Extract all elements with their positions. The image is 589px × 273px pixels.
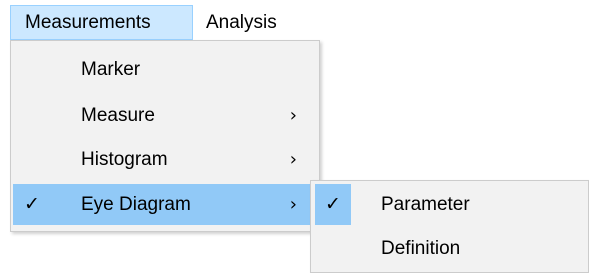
menu-measurements[interactable]: Measurements [10, 5, 193, 40]
checkmark-icon: ✓ [315, 184, 351, 225]
chevron-right-icon: › [289, 105, 297, 126]
menu-item-definition[interactable]: Definition [313, 228, 586, 269]
menu-item-label: Parameter [381, 194, 470, 215]
chevron-right-icon: › [289, 149, 297, 170]
menu-item-histogram[interactable]: Histogram › [13, 139, 317, 180]
menu-item-label: Histogram [81, 149, 168, 170]
menu-item-measure[interactable]: Measure › [13, 95, 317, 136]
menu-item-label: Definition [381, 238, 461, 259]
menu-analysis[interactable]: Analysis [206, 5, 306, 40]
menu-item-eye-diagram[interactable]: ✓ Eye Diagram › [13, 184, 317, 225]
menu-item-label: Measure [81, 105, 155, 126]
chevron-right-icon: › [289, 194, 297, 215]
menu-item-label: Marker [81, 59, 141, 80]
measurements-dropdown: Marker Measure › Histogram › ✓ Eye Diagr… [10, 40, 320, 232]
menu-item-marker[interactable]: Marker [13, 49, 317, 90]
menu-bar: Measurements Analysis [0, 0, 589, 44]
eye-diagram-submenu: ✓ Parameter Definition [310, 180, 589, 273]
menu-item-parameter[interactable]: ✓ Parameter [313, 184, 586, 225]
checkmark-icon: ✓ [24, 193, 40, 215]
menu-item-label: Eye Diagram [81, 194, 191, 215]
